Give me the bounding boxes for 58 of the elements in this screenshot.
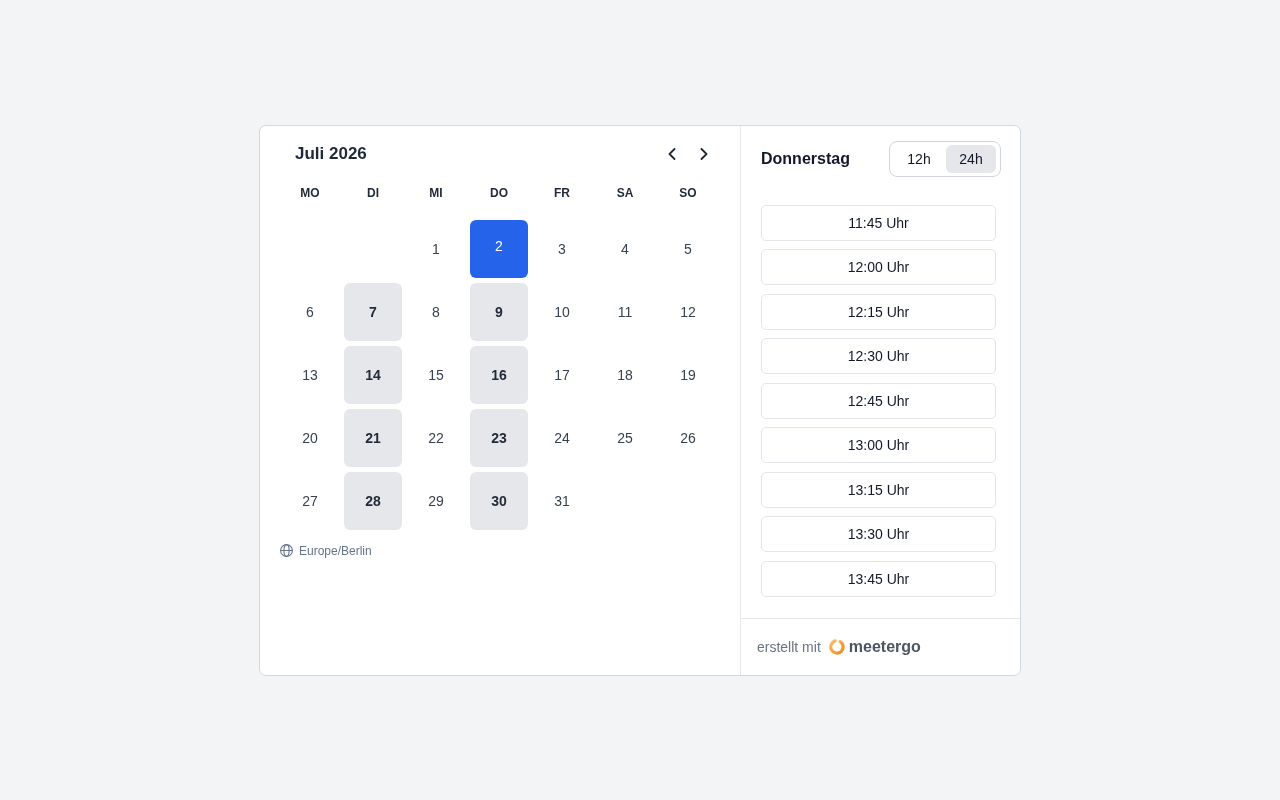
- calendar-day: 1: [407, 219, 465, 278]
- calendar-day: 19: [659, 345, 717, 404]
- calendar-day: 20: [281, 408, 339, 467]
- calendar-day: 25: [596, 408, 654, 467]
- time-slot-button[interactable]: 12:45 Uhr: [761, 382, 996, 419]
- weekday-label: FR: [554, 184, 570, 201]
- calendar-day: 29: [407, 471, 465, 530]
- time-slot-button[interactable]: 13:45 Uhr: [761, 560, 996, 597]
- time-slot-button[interactable]: 13:00 Uhr: [761, 427, 996, 463]
- ring-logo-icon: [828, 638, 845, 655]
- calendar-day: 8: [407, 282, 465, 341]
- calendar-day: 3: [533, 219, 591, 278]
- timezone-label: Europe/Berlin: [299, 543, 372, 558]
- time-format-option[interactable]: 12h: [894, 144, 944, 173]
- weekday-label: MO: [300, 184, 320, 201]
- time-format-option[interactable]: 24h: [946, 144, 996, 173]
- time-slot-button[interactable]: 12:15 Uhr: [761, 293, 996, 330]
- weekday-label: DI: [367, 184, 379, 201]
- weekday-label: SO: [679, 184, 697, 201]
- calendar-day: 24: [533, 408, 591, 467]
- calendar-day: 15: [407, 345, 465, 404]
- chevron-right-icon: [700, 147, 708, 160]
- selected-day-button[interactable]: 2: [470, 219, 528, 278]
- time-slot-button[interactable]: 12:00 Uhr: [761, 249, 996, 285]
- time-slot-button[interactable]: 12:30 Uhr: [761, 338, 996, 374]
- calendar-day: 31: [533, 471, 591, 530]
- day-button[interactable]: 21: [344, 408, 402, 467]
- time-slot-button[interactable]: 13:30 Uhr: [761, 516, 996, 552]
- calendar-day: 13: [281, 345, 339, 404]
- day-button[interactable]: 16: [470, 345, 528, 404]
- credit-text: erstellt mit: [757, 638, 821, 655]
- weekday-label: DO: [490, 184, 508, 201]
- calendar-day: 17: [533, 345, 591, 404]
- weekday-label: MI: [429, 184, 443, 201]
- day-button[interactable]: 7: [344, 282, 402, 341]
- calendar-day: 27: [281, 471, 339, 530]
- calendar-day: 6: [281, 282, 339, 341]
- calendar-day: 5: [659, 219, 717, 278]
- day-button[interactable]: 28: [344, 471, 402, 530]
- month-title: Juli 2026: [295, 143, 367, 164]
- calendar-day: 26: [659, 408, 717, 467]
- chevron-left-icon: [668, 147, 676, 160]
- calendar-day: 18: [596, 345, 654, 404]
- day-button[interactable]: 30: [470, 471, 528, 530]
- calendar-day: 12: [659, 282, 717, 341]
- calendar-day: 22: [407, 408, 465, 467]
- calendar-day: 11: [596, 282, 654, 341]
- time-slot-button[interactable]: 11:45 Uhr: [761, 204, 996, 241]
- day-title: Donnerstag: [761, 149, 850, 168]
- weekday-label: SA: [616, 184, 634, 201]
- time-slot-button[interactable]: 13:15 Uhr: [761, 471, 996, 508]
- day-button[interactable]: 9: [470, 282, 528, 341]
- calendar-day: 4: [596, 219, 654, 278]
- day-button[interactable]: 14: [344, 345, 402, 404]
- brand-name: meetergo: [848, 637, 921, 656]
- calendar-day: 10: [533, 282, 591, 341]
- day-button[interactable]: 23: [470, 408, 528, 467]
- globe-icon: [280, 544, 293, 557]
